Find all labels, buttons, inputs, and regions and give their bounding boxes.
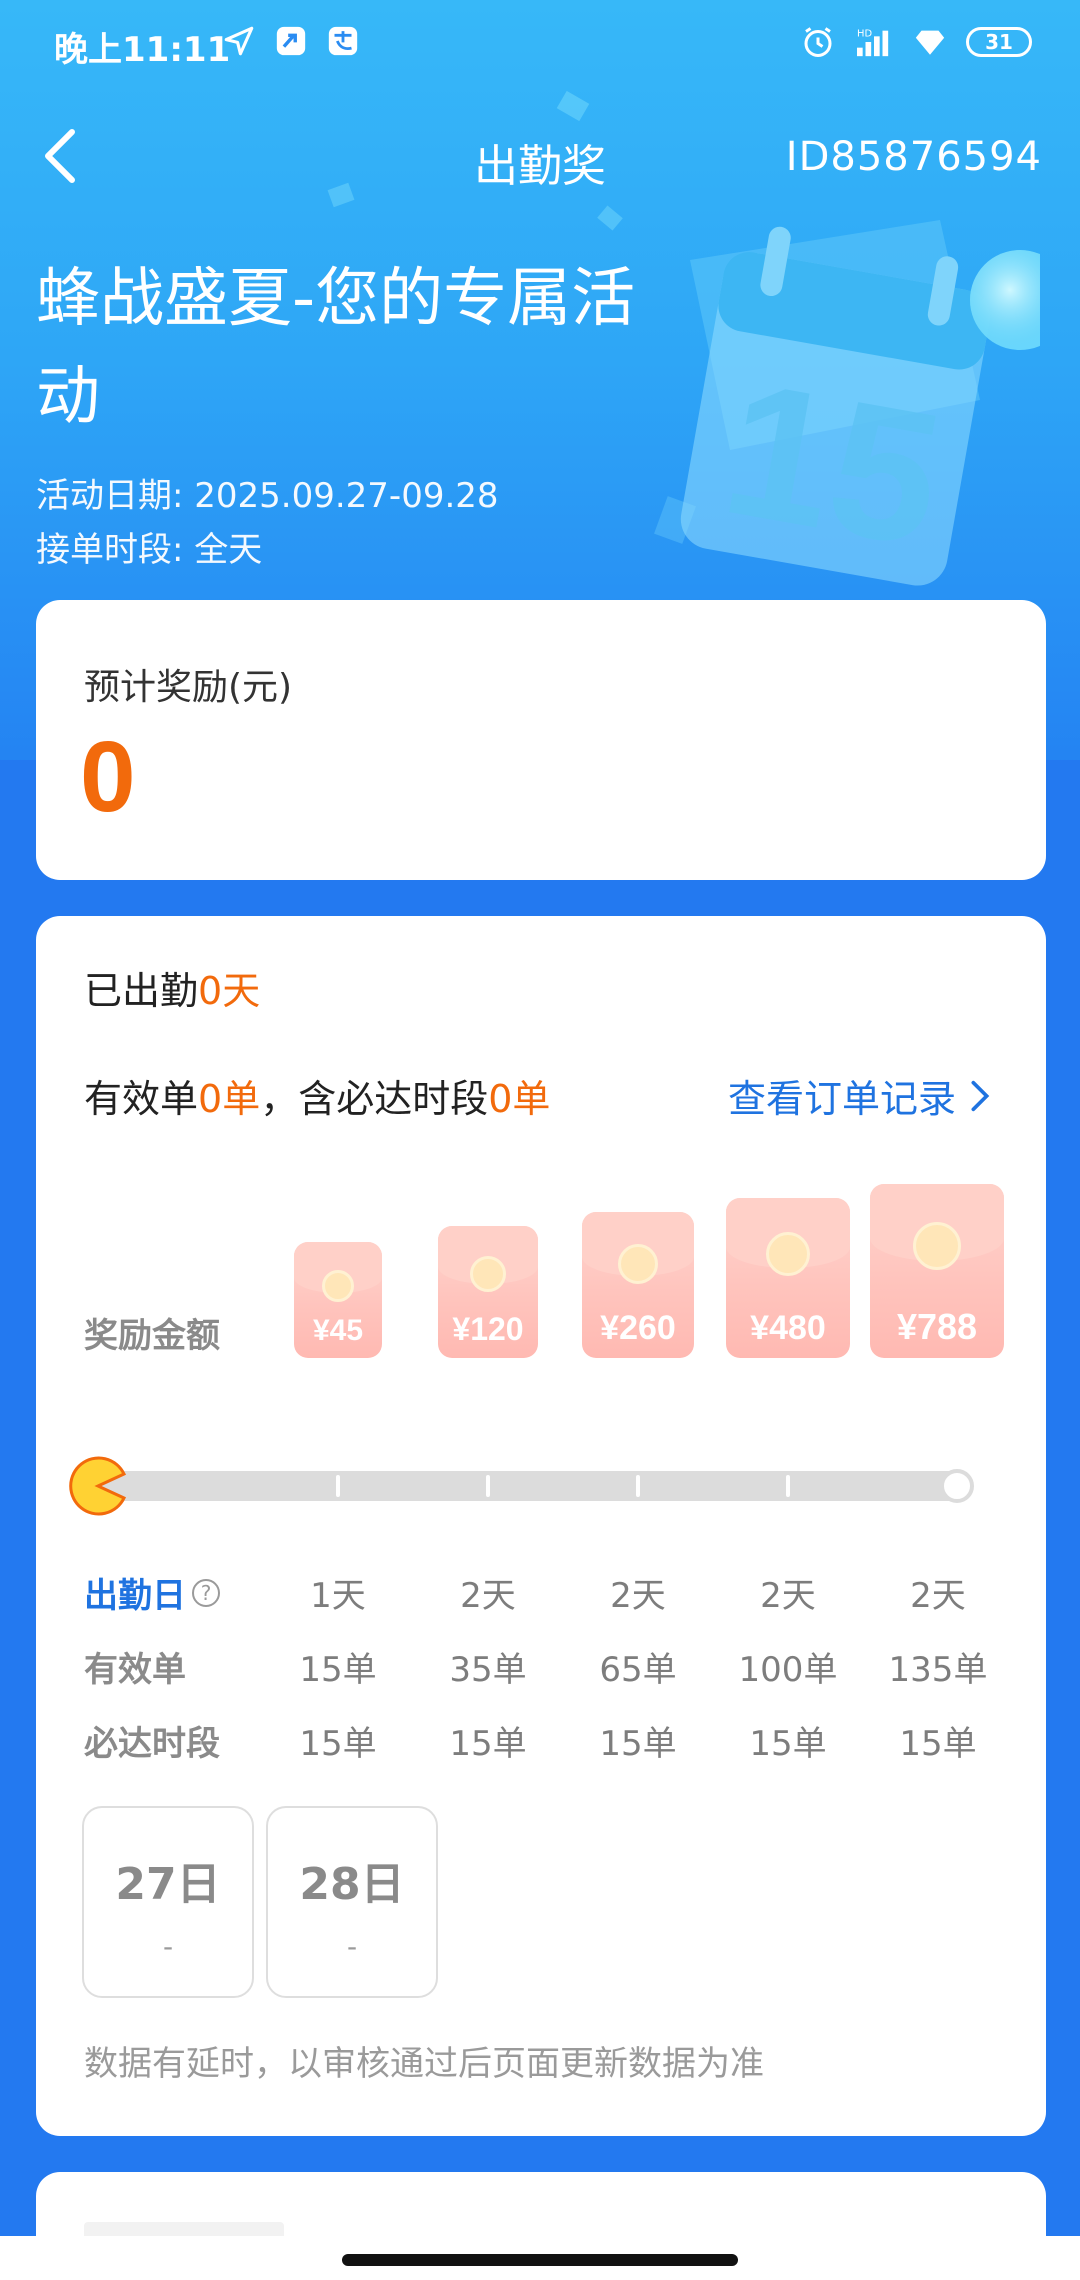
attend-day-cell: 2天 — [460, 1576, 516, 1616]
valid-middle: ，含必达时段 — [260, 1077, 489, 1121]
reward-amount: ¥788 — [896, 1306, 978, 1347]
progress-tick — [636, 1475, 640, 1497]
battery-icon: 31 — [966, 27, 1032, 57]
must-count: 0单 — [488, 1077, 551, 1121]
valid-count: 0单 — [198, 1077, 261, 1121]
must-order-cell: 15单 — [299, 1724, 377, 1764]
reward-amount-label: 奖励金额 — [84, 1316, 220, 1356]
svg-text:15: 15 — [710, 342, 955, 587]
valid-order-cell: 35单 — [449, 1650, 527, 1690]
reward-envelope-2: ¥120 — [438, 1226, 538, 1358]
must-order-cell: 15单 — [749, 1724, 827, 1764]
status-bar: 晚上11:11 HD 31 — [0, 0, 1080, 90]
data-delay-note: 数据有延时，以审核通过后页面更新数据为准 — [84, 2044, 764, 2084]
diamond-icon — [915, 30, 945, 55]
estimate-value: 0 — [80, 721, 136, 833]
calendar-illustration: 15 — [654, 220, 1040, 587]
view-order-records-link[interactable]: 查看订单记录 — [728, 1068, 990, 1123]
reward-envelope-1: ¥45 — [294, 1242, 382, 1358]
attendance-line: 已出勤0天 — [84, 960, 260, 1015]
valid-prefix: 有效单 — [84, 1077, 199, 1121]
attend-days-label: 出勤日 ? — [84, 1568, 220, 1617]
activity-period: 接单时段: 全天 — [36, 530, 263, 570]
reward-amount: ¥260 — [600, 1309, 676, 1347]
day-value: - — [162, 1930, 174, 1963]
must-slot-label: 必达时段 — [84, 1724, 220, 1764]
activity-title: 蜂战盛夏-您的专属活动 — [36, 262, 636, 434]
valid-orders-label: 有效单 — [84, 1650, 186, 1690]
user-id: ID85876594 — [785, 134, 1042, 180]
confetti-piece — [597, 205, 623, 231]
progress-end-marker — [940, 1469, 974, 1503]
signal-icon: HD — [857, 28, 889, 57]
chevron-right-icon — [971, 1080, 990, 1111]
valid-order-cell: 100单 — [738, 1650, 838, 1690]
attend-day-cell: 2天 — [910, 1576, 966, 1616]
help-icon[interactable]: ? — [192, 1578, 220, 1607]
reward-envelope-3: ¥260 — [582, 1212, 694, 1358]
reward-amount: ¥45 — [312, 1314, 364, 1347]
must-order-cell: 15单 — [449, 1724, 527, 1764]
progress-tick — [486, 1475, 490, 1497]
attendance-card: 已出勤0天 有效单0单，含必达时段0单 查看订单记录 奖励金额 ¥45 ¥120… — [36, 916, 1046, 2136]
location-arrow-icon — [224, 26, 254, 56]
valid-order-cell: 15单 — [299, 1650, 377, 1690]
valid-order-cell: 135单 — [888, 1650, 988, 1690]
confetti-piece — [556, 90, 590, 122]
estimate-label: 预计奖励(元) — [84, 667, 293, 708]
activity-date: 活动日期: 2025.09.27-09.28 — [36, 476, 499, 516]
must-order-cell: 15单 — [599, 1724, 677, 1764]
progress-track — [100, 1469, 974, 1503]
reward-amount: ¥480 — [750, 1309, 826, 1347]
pacman-marker-icon — [69, 1456, 127, 1516]
status-time: 晚上11:11 — [54, 30, 231, 70]
nav-bar: 出勤奖 ID85876594 — [0, 120, 1080, 200]
attend-day-cell: 1天 — [310, 1576, 366, 1616]
progress-tick — [786, 1475, 790, 1497]
progress-tick — [336, 1475, 340, 1497]
attendance-prefix: 已出勤 — [84, 969, 199, 1013]
attend-day-cell: 2天 — [760, 1576, 816, 1616]
day-box-27[interactable]: 27日 - — [82, 1806, 254, 1998]
valid-order-cell: 65单 — [599, 1650, 677, 1690]
reward-envelope-5: ¥788 — [870, 1184, 1004, 1358]
attendance-value: 0天 — [198, 969, 261, 1013]
reward-amount: ¥120 — [452, 1311, 524, 1347]
home-indicator[interactable] — [342, 2254, 738, 2266]
day-date: 27日 — [115, 1859, 221, 1910]
attend-days-label-text: 出勤日 — [84, 1576, 186, 1616]
home-indicator-bar — [0, 2236, 1080, 2280]
alipay-icon — [328, 26, 358, 56]
app-notify-icon — [276, 26, 306, 56]
day-box-28[interactable]: 28日 - — [266, 1806, 438, 1998]
svg-text:HD: HD — [857, 28, 872, 39]
reward-envelope-4: ¥480 — [726, 1198, 850, 1358]
alarm-icon — [804, 27, 832, 57]
attend-day-cell: 2天 — [610, 1576, 666, 1616]
view-order-records-label: 查看订单记录 — [727, 1077, 956, 1121]
valid-orders-line: 有效单0单，含必达时段0单 — [84, 1068, 550, 1123]
day-date: 28日 — [299, 1859, 405, 1910]
day-value: - — [346, 1930, 358, 1963]
must-order-cell: 15单 — [899, 1724, 977, 1764]
estimate-card: 预计奖励(元) 0 — [36, 600, 1046, 880]
